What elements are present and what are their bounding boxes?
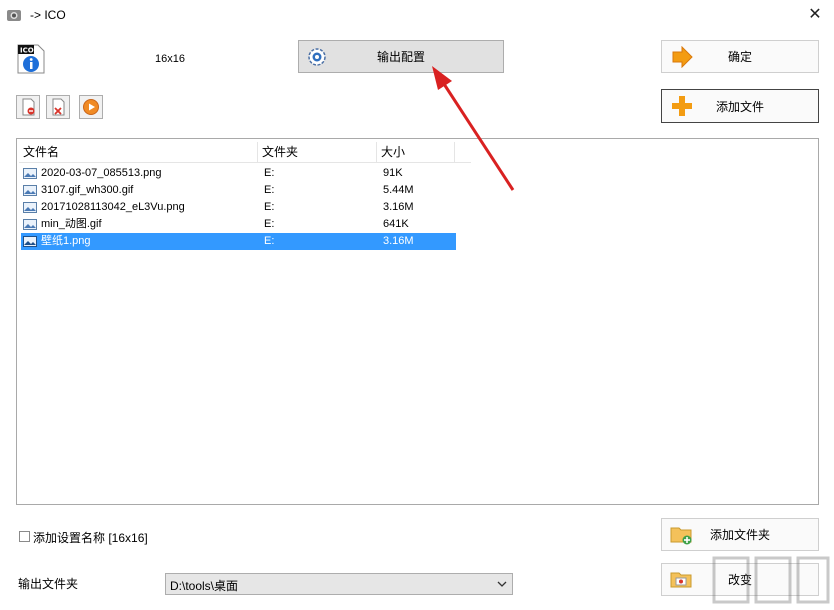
- column-header-name[interactable]: 文件名: [19, 142, 258, 162]
- column-header-size[interactable]: 大小: [377, 142, 455, 162]
- file-name: 20171028113042_eL3Vu.png: [41, 201, 185, 213]
- play-icon: [83, 99, 99, 115]
- ico-file-icon: ICO: [17, 44, 45, 74]
- list-item-selected[interactable]: 壁纸1.png E: 3.16M: [21, 233, 456, 250]
- chevron-down-icon: [497, 581, 507, 587]
- ok-button[interactable]: 确定: [661, 40, 819, 73]
- add-name-checkbox[interactable]: [19, 531, 30, 542]
- file-folder: E:: [264, 201, 275, 213]
- image-file-icon: [23, 219, 37, 230]
- file-folder: E:: [264, 235, 275, 247]
- image-file-icon: [23, 202, 37, 213]
- file-name: 3107.gif_wh300.gif: [41, 184, 134, 196]
- image-file-icon: [23, 236, 37, 247]
- list-header: 文件名 文件夹 大小: [19, 142, 471, 163]
- add-file-button[interactable]: 添加文件: [661, 89, 819, 123]
- output-folder-select[interactable]: D:\tools\桌面: [165, 573, 513, 595]
- file-list[interactable]: 文件名 文件夹 大小 2020-03-07_085513.png E: 91K …: [16, 138, 819, 505]
- folder-open-icon: [670, 572, 692, 588]
- list-item[interactable]: min_动图.gif E: 641K: [21, 216, 456, 233]
- list-item[interactable]: 3107.gif_wh300.gif E: 5.44M: [21, 182, 456, 199]
- image-file-icon: [23, 168, 37, 179]
- svg-text:ICO: ICO: [20, 47, 34, 55]
- delete-icon: [52, 98, 65, 116]
- window-title: -> ICO: [30, 8, 66, 22]
- output-config-button[interactable]: 输出配置: [298, 40, 504, 73]
- delete-button[interactable]: [46, 95, 70, 119]
- file-size: 3.16M: [383, 201, 414, 213]
- output-folder-label: 输出文件夹: [18, 577, 79, 591]
- add-file-label: 添加文件: [715, 99, 764, 114]
- add-folder-label: 添加文件夹: [709, 528, 770, 542]
- ok-label: 确定: [727, 50, 752, 64]
- file-size: 3.16M: [383, 235, 414, 247]
- plus-icon: [672, 96, 692, 116]
- file-name: 壁纸1.png: [41, 235, 91, 247]
- file-size: 5.44M: [383, 184, 414, 196]
- remove-icon: [22, 98, 35, 116]
- size-label: 16x16: [155, 53, 185, 65]
- title-bar: [0, 0, 834, 30]
- arrow-right-icon: [672, 46, 693, 68]
- close-button[interactable]: ✕: [804, 5, 826, 25]
- list-item[interactable]: 20171028113042_eL3Vu.png E: 3.16M: [21, 199, 456, 216]
- file-folder: E:: [264, 218, 275, 230]
- file-folder: E:: [264, 184, 275, 196]
- file-name: 2020-03-07_085513.png: [41, 167, 162, 179]
- file-size: 91K: [383, 167, 403, 179]
- folder-add-icon: [670, 527, 692, 545]
- play-button[interactable]: [79, 95, 103, 119]
- output-config-label: 输出配置: [376, 50, 425, 64]
- converter-icon: [7, 10, 21, 21]
- file-size: 641K: [383, 218, 409, 230]
- add-folder-button[interactable]: 添加文件夹: [661, 518, 819, 551]
- column-header-folder[interactable]: 文件夹: [258, 142, 377, 162]
- output-folder-value: D:\tools\桌面: [170, 579, 239, 593]
- file-folder: E:: [264, 167, 275, 179]
- file-name: min_动图.gif: [41, 218, 102, 230]
- list-item[interactable]: 2020-03-07_085513.png E: 91K: [21, 165, 456, 182]
- watermark-logo: [712, 556, 830, 604]
- remove-button[interactable]: [16, 95, 40, 119]
- gear-icon: [308, 48, 326, 66]
- add-name-label: 添加设置名称 [16x16]: [33, 531, 148, 545]
- image-file-icon: [23, 185, 37, 196]
